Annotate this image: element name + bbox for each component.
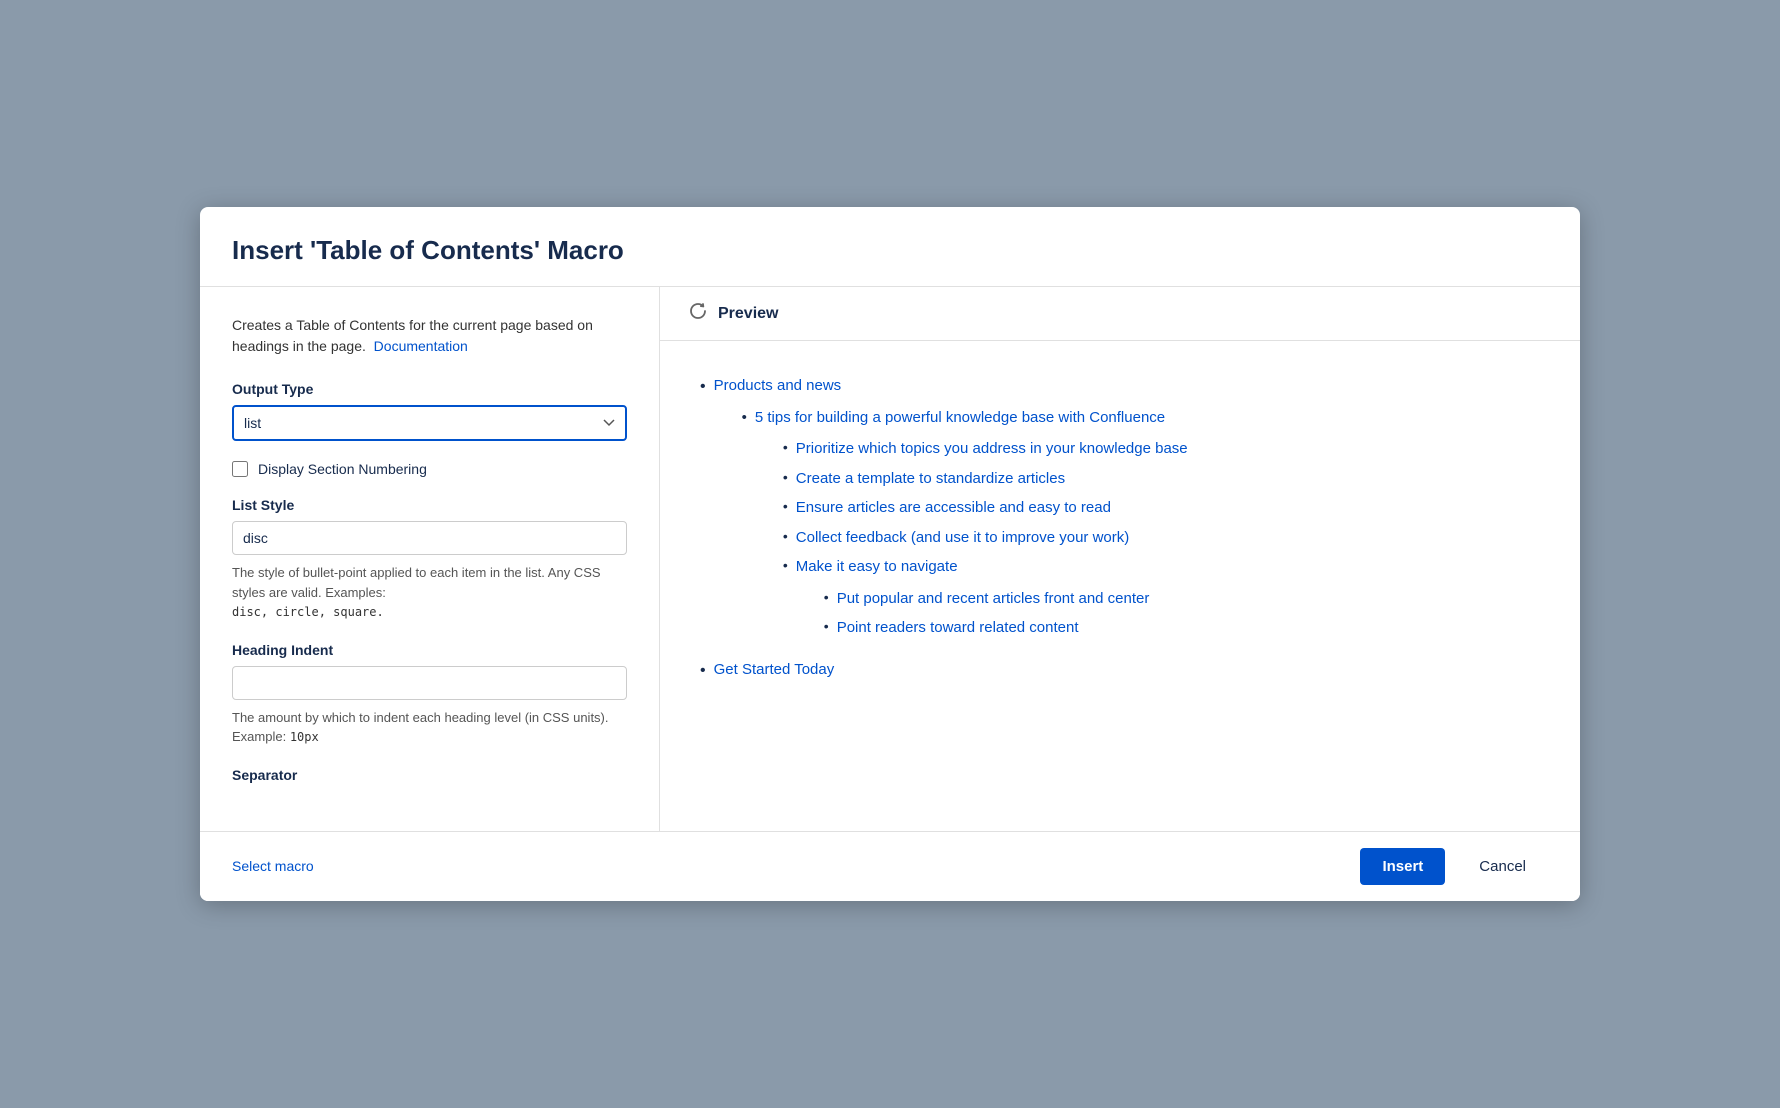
dialog-body: Creates a Table of Contents for the curr… — [200, 287, 1580, 831]
toc-item-level1-0: Products and news 5 tips for building a … — [700, 373, 1540, 653]
left-panel: Creates a Table of Contents for the curr… — [200, 287, 660, 831]
documentation-link[interactable]: Documentation — [374, 338, 468, 354]
separator-group: Separator — [232, 767, 627, 783]
toc-item-level3-2: Ensure articles are accessible and easy … — [783, 495, 1540, 521]
section-numbering-checkbox[interactable] — [232, 461, 248, 477]
toc-link-get-started[interactable]: Get Started Today — [714, 657, 1540, 683]
preview-header: Preview — [660, 287, 1580, 341]
separator-label: Separator — [232, 767, 627, 783]
list-style-help: The style of bullet-point applied to eac… — [232, 563, 627, 622]
toc-item-level3-4: Make it easy to navigate Put popular and… — [783, 554, 1540, 645]
heading-indent-input[interactable] — [232, 666, 627, 700]
insert-macro-dialog: Insert 'Table of Contents' Macro Creates… — [200, 207, 1580, 901]
toc-item-level4-0: Put popular and recent articles front an… — [824, 586, 1540, 612]
output-type-label: Output Type — [232, 381, 627, 397]
footer-buttons: Insert Cancel — [1360, 848, 1548, 885]
toc-link-template[interactable]: Create a template to standardize article… — [796, 466, 1540, 492]
insert-button[interactable]: Insert — [1360, 848, 1445, 885]
preview-content: Products and news 5 tips for building a … — [660, 341, 1580, 831]
preview-title: Preview — [718, 305, 778, 323]
dialog-footer: Select macro Insert Cancel — [200, 831, 1580, 901]
toc-item-level2-0: 5 tips for building a powerful knowledge… — [742, 405, 1540, 649]
refresh-icon — [688, 301, 708, 326]
output-type-group: Output Type list flat — [232, 381, 627, 441]
section-numbering-group: Display Section Numbering — [232, 461, 627, 477]
toc-item-level3-0: Prioritize which topics you address in y… — [783, 436, 1540, 462]
output-type-select[interactable]: list flat — [232, 405, 627, 441]
toc-link-products-and-news[interactable]: Products and news — [714, 373, 1540, 399]
right-panel: Preview Products and news 5 tips for bui… — [660, 287, 1580, 831]
toc-root: Products and news 5 tips for building a … — [700, 373, 1540, 684]
toc-link-related[interactable]: Point readers toward related content — [837, 615, 1540, 641]
heading-indent-group: Heading Indent The amount by which to in… — [232, 642, 627, 747]
heading-indent-label: Heading Indent — [232, 642, 627, 658]
dialog-header: Insert 'Table of Contents' Macro — [200, 207, 1580, 287]
select-macro-link[interactable]: Select macro — [232, 858, 314, 874]
cancel-button[interactable]: Cancel — [1457, 848, 1548, 885]
dialog-title: Insert 'Table of Contents' Macro — [232, 235, 1548, 266]
list-style-input[interactable] — [232, 521, 627, 555]
list-style-label: List Style — [232, 497, 627, 513]
toc-item-level3-1: Create a template to standardize article… — [783, 466, 1540, 492]
toc-link-accessible[interactable]: Ensure articles are accessible and easy … — [796, 495, 1540, 521]
description-text: Creates a Table of Contents for the curr… — [232, 315, 627, 357]
toc-link-feedback[interactable]: Collect feedback (and use it to improve … — [796, 525, 1540, 551]
toc-link-prioritize[interactable]: Prioritize which topics you address in y… — [796, 436, 1540, 462]
toc-item-level3-3: Collect feedback (and use it to improve … — [783, 525, 1540, 551]
toc-item-level4-1: Point readers toward related content — [824, 615, 1540, 641]
toc-item-level1-1: Get Started Today — [700, 657, 1540, 684]
heading-indent-help: The amount by which to indent each headi… — [232, 708, 627, 747]
toc-link-5tips[interactable]: 5 tips for building a powerful knowledge… — [755, 405, 1540, 431]
toc-link-popular[interactable]: Put popular and recent articles front an… — [837, 586, 1540, 612]
toc-link-navigate[interactable]: Make it easy to navigate — [796, 554, 1540, 580]
section-numbering-label: Display Section Numbering — [258, 461, 427, 477]
list-style-group: List Style The style of bullet-point app… — [232, 497, 627, 622]
